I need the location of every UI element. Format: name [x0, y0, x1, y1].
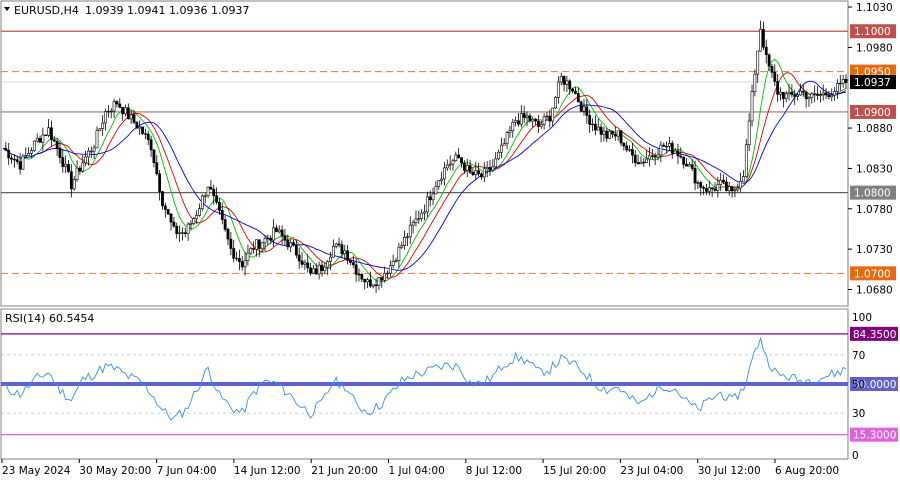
candle — [141, 126, 144, 136]
candle — [200, 194, 204, 212]
chart-header: EURUSD,H4 1.0939 1.0941 1.0936 1.0937 — [4, 4, 249, 17]
rsi-tick-label: 100 — [852, 312, 872, 324]
candle — [21, 154, 25, 170]
price-pane-frame — [0, 0, 849, 307]
price-tick-label: 1.0830 — [856, 163, 893, 175]
rsi-tick-label: 0 — [852, 450, 859, 462]
price-tick-label: 1.0980 — [856, 42, 893, 54]
candle — [44, 134, 48, 137]
time-tick-label: 23 Jul 04:00 — [620, 465, 683, 477]
time-tick-label: 8 Jul 12:00 — [466, 465, 522, 477]
candle — [554, 95, 557, 110]
time-tick-label: 14 Jun 12:00 — [234, 465, 301, 477]
time-tick-label: 23 May 2024 — [2, 465, 71, 477]
candle — [579, 100, 583, 112]
candle — [32, 140, 36, 152]
time-tick-label: 7 Jun 04:00 — [157, 465, 217, 477]
current-price-label: 1.0937 — [854, 77, 891, 89]
price-tick-label: 1.0730 — [856, 244, 893, 256]
rsi-axis: 84.350050.000015.30001007050300 — [850, 312, 898, 462]
ohlc-label: 1.0939 1.0941 1.0936 1.0937 — [85, 4, 249, 17]
time-tick-label: 21 Jun 20:00 — [311, 465, 378, 477]
price-chart-canvas[interactable]: EURUSD,H4 1.0939 1.0941 1.0936 1.0937 1.… — [0, 0, 900, 480]
candle — [744, 139, 748, 178]
level-tag-label: 1.0800 — [854, 188, 891, 200]
symbol-label: EURUSD,H4 — [14, 4, 79, 17]
price-axis: 1.10001.09501.09001.08001.07001.09371.10… — [848, 2, 896, 296]
time-tick-label: 30 May 20:00 — [79, 465, 151, 477]
time-tick-label: 15 Jul 20:00 — [543, 465, 606, 477]
rsi-tick-label: 70 — [852, 350, 865, 362]
candle — [98, 128, 102, 132]
level-tag-label: 1.1000 — [854, 26, 891, 38]
time-tick-label: 30 Jul 12:00 — [698, 465, 761, 477]
rsi-pane[interactable]: RSI(14) 60.5454 — [0, 308, 849, 460]
candle — [135, 121, 139, 129]
time-tick-label: 1 Jul 04:00 — [389, 465, 445, 477]
time-tick-label: 6 Aug 20:00 — [775, 465, 839, 477]
level-tag-label: 1.0900 — [854, 107, 891, 119]
price-tick-label: 1.0880 — [856, 123, 893, 135]
level-tag-label: 1.0700 — [854, 268, 891, 280]
candle — [166, 209, 170, 216]
price-tick-label: 1.1030 — [856, 2, 893, 14]
time-axis: 23 May 2024 30 May 20:00 7 Jun 04:00 14 Jun… — [1, 459, 839, 477]
rsi-title: RSI(14) 60.5454 — [5, 312, 94, 325]
rsi-level-tag-label: 15.3000 — [853, 430, 896, 442]
rsi-level-tag-label: 84.3500 — [853, 329, 896, 341]
rsi-tick-label: 50 — [852, 379, 865, 391]
price-tick-label: 1.0680 — [856, 284, 893, 296]
rsi-tick-label: 30 — [852, 408, 865, 420]
price-pane[interactable]: EURUSD,H4 1.0939 1.0941 1.0936 1.0937 — [0, 0, 849, 307]
price-tick-label: 1.0780 — [856, 204, 893, 216]
